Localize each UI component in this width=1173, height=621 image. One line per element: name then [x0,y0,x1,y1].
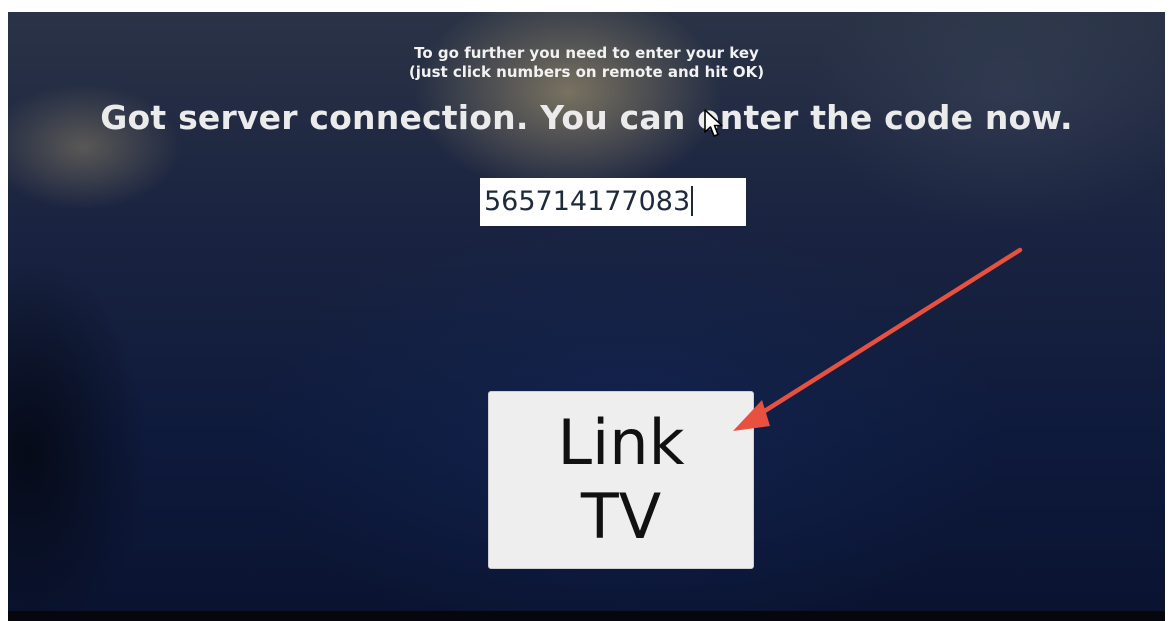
tv-screen: To go further you need to enter your key… [8,12,1165,621]
code-input-field[interactable]: 565714177083 [480,178,746,226]
instructions-line-2: (just click numbers on remote and hit OK… [408,63,765,81]
photo-frame: To go further you need to enter your key… [0,0,1173,621]
mouse-pointer-icon [704,109,723,137]
instructions-text: To go further you need to enter your key… [8,44,1165,82]
link-tv-button-label-line-1: Link [557,406,685,479]
instructions-line-1: To go further you need to enter your key [414,44,759,62]
screen-shadow [8,192,158,621]
link-tv-button[interactable]: Link TV [488,391,754,569]
screen-bottom-edge [8,611,1165,621]
connection-status-message: Got server connection. You can enter the… [100,98,1073,137]
link-tv-button-label-line-2: TV [580,480,662,553]
text-caret [691,185,694,216]
code-input-value: 565714177083 [484,186,691,217]
